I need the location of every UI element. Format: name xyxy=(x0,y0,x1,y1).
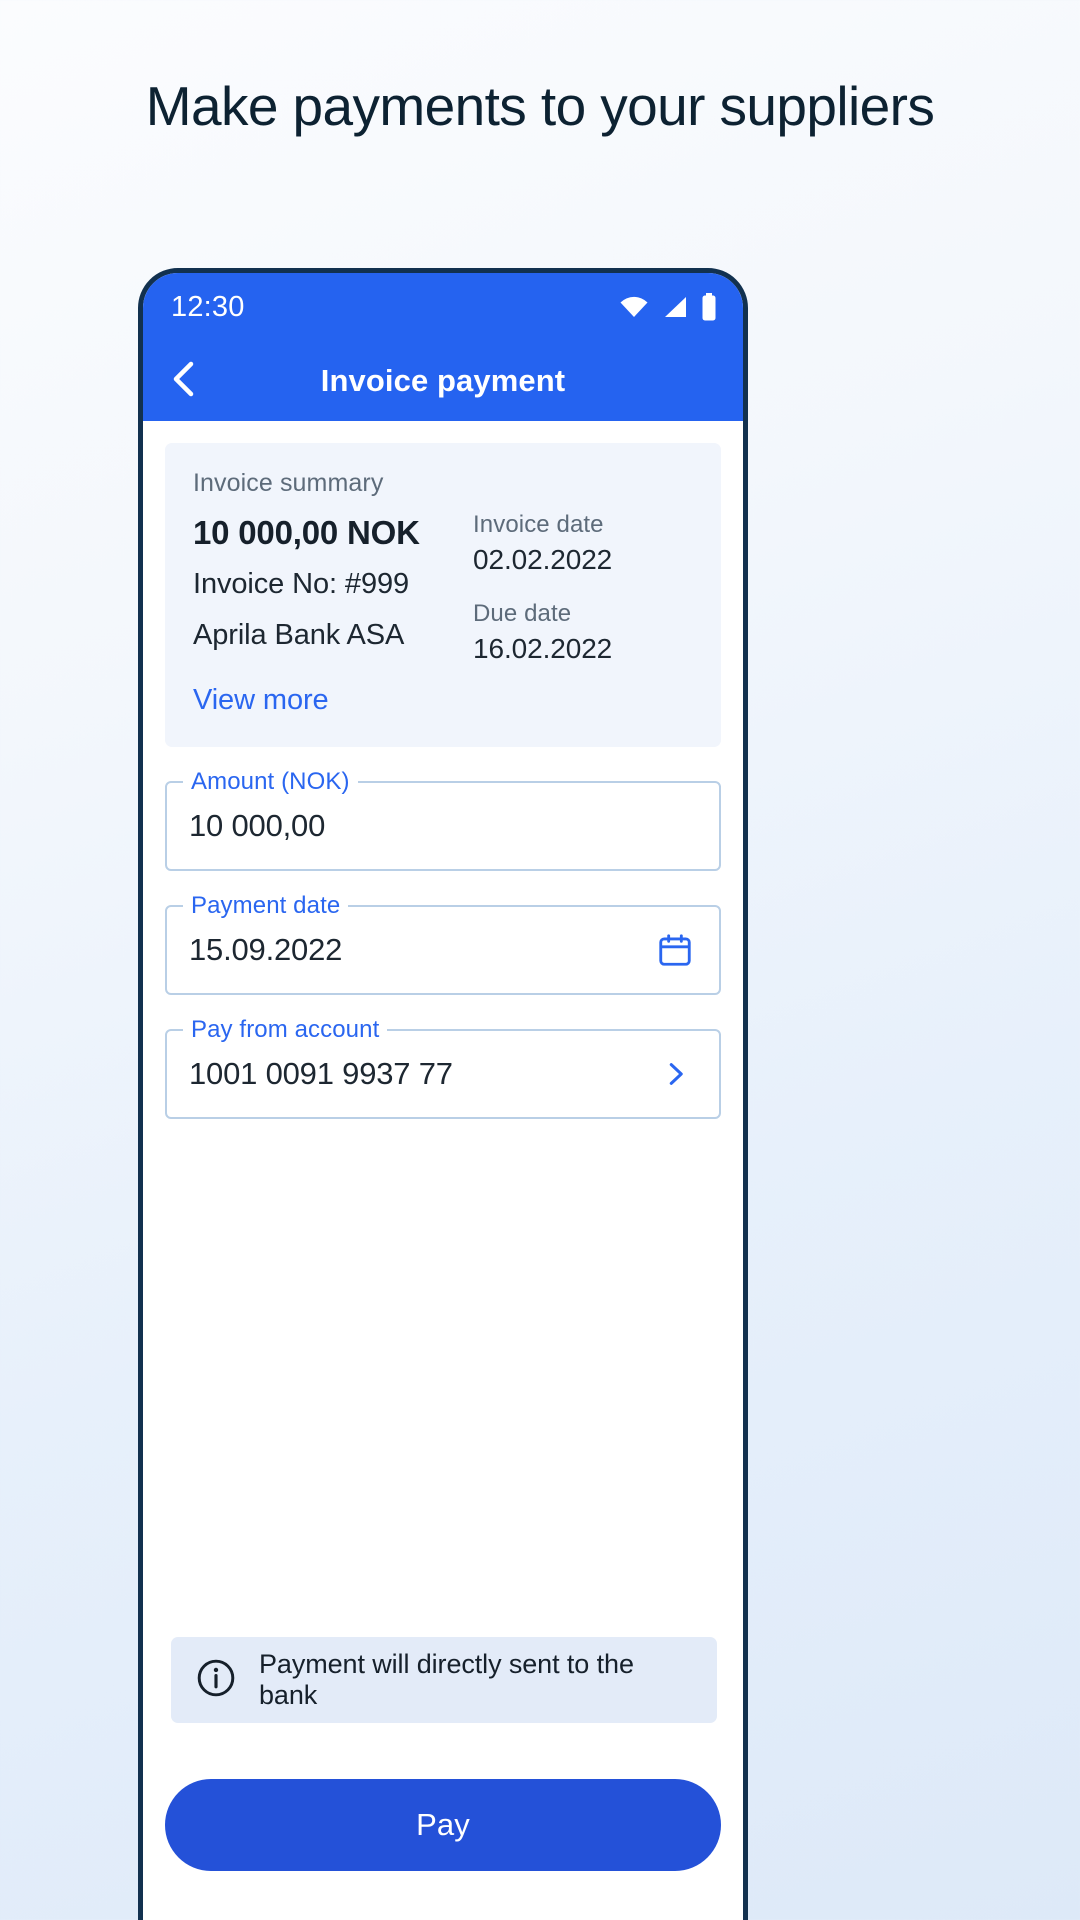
invoice-supplier-name: Aprila Bank ASA xyxy=(193,619,405,651)
invoice-summary-title: Invoice summary xyxy=(193,469,384,497)
info-banner-text: Payment will directly sent to the bank xyxy=(259,1649,634,1710)
info-circle-icon xyxy=(195,1657,237,1704)
amount-field-value[interactable]: 10 000,00 xyxy=(189,808,697,844)
due-date-value: 16.02.2022 xyxy=(473,633,613,664)
due-date-block: Due date 16.02.2022 xyxy=(473,600,693,665)
app-bar: Invoice payment xyxy=(143,341,743,421)
pay-button[interactable]: Pay xyxy=(165,1779,721,1871)
payment-date-field[interactable]: Payment date 15.09.2022 xyxy=(165,892,721,995)
invoice-date-label: Invoice date xyxy=(473,511,604,538)
invoice-summary-card: Invoice summary 10 000,00 NOK Invoice No… xyxy=(165,443,721,747)
page-headline: Make payments to your suppliers xyxy=(145,75,935,137)
chevron-left-icon xyxy=(167,359,201,404)
phone-mockup: 12:30 Invoice payment Invoice summary 10… xyxy=(138,268,748,1920)
amount-field-label: Amount (NOK) xyxy=(183,768,358,796)
view-more-link[interactable]: View more xyxy=(193,684,329,717)
screen-content: Invoice summary 10 000,00 NOK Invoice No… xyxy=(143,421,743,1920)
calendar-icon[interactable] xyxy=(653,928,697,972)
battery-icon xyxy=(701,293,717,321)
app-bar-title: Invoice payment xyxy=(320,363,566,398)
amount-field[interactable]: Amount (NOK) 10 000,00 xyxy=(165,768,721,871)
status-bar-time: 12:30 xyxy=(171,290,245,323)
pay-from-account-field[interactable]: Pay from account 1001 0091 9937 77 xyxy=(165,1016,721,1119)
invoice-date-value: 02.02.2022 xyxy=(473,544,613,575)
payment-date-field-value[interactable]: 15.09.2022 xyxy=(189,932,653,968)
back-button[interactable] xyxy=(167,354,221,408)
invoice-number: Invoice No: #999 xyxy=(193,568,410,600)
invoice-summary-right-column: Invoice date 02.02.2022 Due date 16.02.2… xyxy=(473,469,693,717)
invoice-date-block: Invoice date 02.02.2022 xyxy=(473,511,693,576)
flexible-spacer xyxy=(165,1119,721,1637)
invoice-summary-left-column: Invoice summary 10 000,00 NOK Invoice No… xyxy=(193,469,473,717)
status-bar: 12:30 xyxy=(143,273,743,341)
status-bar-icons xyxy=(619,293,717,321)
wifi-icon xyxy=(619,295,649,319)
chevron-right-icon[interactable] xyxy=(653,1052,697,1096)
cellular-signal-icon xyxy=(662,295,688,319)
bottom-padding xyxy=(165,1871,721,1920)
payment-date-field-label: Payment date xyxy=(183,892,349,920)
info-banner: Payment will directly sent to the bank xyxy=(171,1637,717,1723)
pay-from-account-field-label: Pay from account xyxy=(183,1016,388,1044)
pay-from-account-field-value[interactable]: 1001 0091 9937 77 xyxy=(189,1056,653,1092)
due-date-label: Due date xyxy=(473,600,572,627)
invoice-amount: 10 000,00 NOK xyxy=(193,514,420,551)
